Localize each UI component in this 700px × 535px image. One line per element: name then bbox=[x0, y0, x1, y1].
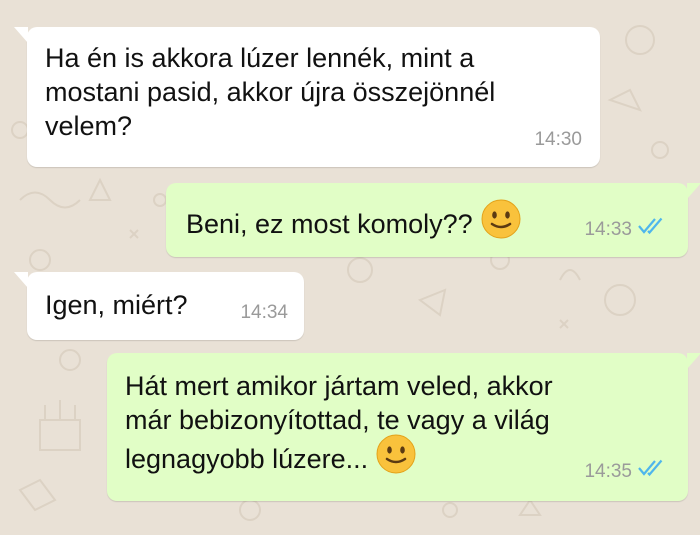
outgoing-message-bubble[interactable]: Hát mert amikor jártam veled, akkor már … bbox=[107, 353, 700, 501]
slightly-smiling-face-icon bbox=[481, 199, 521, 247]
message-text-line: legnagyobb lúzere... bbox=[125, 444, 369, 475]
incoming-message-bubble[interactable]: Ha én is akkora lúzer lennék, mint a mos… bbox=[14, 27, 600, 167]
bubble-tail bbox=[14, 272, 28, 288]
double-check-read-icon bbox=[638, 455, 668, 489]
bubble-tail bbox=[14, 27, 28, 43]
message-text-line: Hát mert amikor jártam veled, akkor bbox=[125, 371, 553, 401]
message-timestamp: 14:34 bbox=[240, 302, 288, 323]
message-text: Beni, ez most komoly?? bbox=[186, 209, 473, 240]
message-text-line: már bebizonyítottad, te vagy a világ bbox=[125, 405, 550, 435]
incoming-message-bubble[interactable]: Igen, miért? 14:34 bbox=[14, 272, 304, 340]
message-text: Igen, miért? bbox=[45, 290, 188, 320]
message-timestamp: 14:35 bbox=[584, 461, 632, 482]
message-text-line: Ha én is akkora lúzer lennék, mint a bbox=[45, 43, 475, 73]
message-timestamp: 14:30 bbox=[534, 129, 582, 150]
bubble-tail bbox=[687, 353, 700, 369]
message-timestamp-group: 14:35 bbox=[584, 455, 668, 489]
message-text-line: velem? bbox=[45, 111, 133, 141]
message-timestamp: 14:33 bbox=[584, 219, 632, 240]
double-check-read-icon bbox=[638, 213, 668, 247]
outgoing-message-bubble[interactable]: Beni, ez most komoly?? 14:33 bbox=[166, 183, 700, 257]
slightly-smiling-face-icon bbox=[376, 434, 416, 482]
message-timestamp-group: 14:33 bbox=[584, 213, 668, 247]
message-text-line: mostani pasid, akkor újra összejönnél bbox=[45, 77, 496, 107]
bubble-tail bbox=[687, 183, 700, 199]
